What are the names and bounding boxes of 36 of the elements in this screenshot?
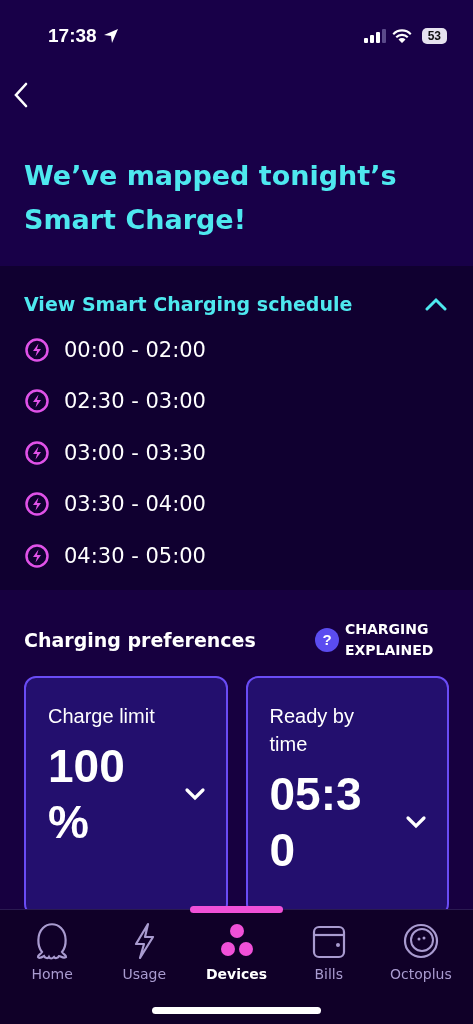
lightning-circle-icon [24,491,50,518]
chevron-icon[interactable] [425,297,447,311]
preference-dropdown[interactable]: Charge limit 100 % [24,675,228,909]
time-slot: 02:30 - 03:00 [64,389,206,414]
tab[interactable]: Bills [282,910,375,990]
card-value: 100 % [48,738,126,850]
time-slot: 03:30 - 04:00 [64,492,206,517]
preference-dropdown[interactable]: Ready by time 05:30 [245,675,449,909]
chevron-down-icon [405,814,427,829]
tab[interactable]: Home [6,910,99,990]
page-title: We’ve mapped tonight’s Smart Charge! [24,159,398,237]
status-time: 17:38 [48,25,97,47]
lightning-circle-icon [24,542,50,569]
charging-explained-link[interactable]: CHARGING EXPLAINED [345,618,449,661]
time-slot: 04:30 - 05:00 [64,543,206,568]
schedule-toggle[interactable]: View Smart Charging schedule [24,293,353,315]
location-arrow-icon [102,28,119,44]
time-slot: 03:00 - 03:30 [64,440,206,465]
tab[interactable]: Usage [98,910,191,990]
lightning-circle-icon [24,439,50,466]
help-icon[interactable]: ? [315,627,339,652]
signal-icon [363,29,386,43]
card-value: 05:30 [269,766,363,878]
coin-icon [401,922,440,960]
battery-level: 53 [421,28,447,44]
tab[interactable]: Devices [190,910,283,990]
section-heading: Charging preferences [24,628,256,651]
tab[interactable]: Octoplus [374,910,467,990]
lightning-circle-icon [24,336,50,363]
card-label: Charge limit [48,703,156,729]
lightning-circle-icon [24,388,50,415]
wifi-icon [391,28,412,44]
time-slot: 00:00 - 02:00 [64,337,206,362]
chevron-down-icon [183,786,206,801]
card-label: Ready by time [269,703,355,757]
octopus-icon [35,922,70,960]
